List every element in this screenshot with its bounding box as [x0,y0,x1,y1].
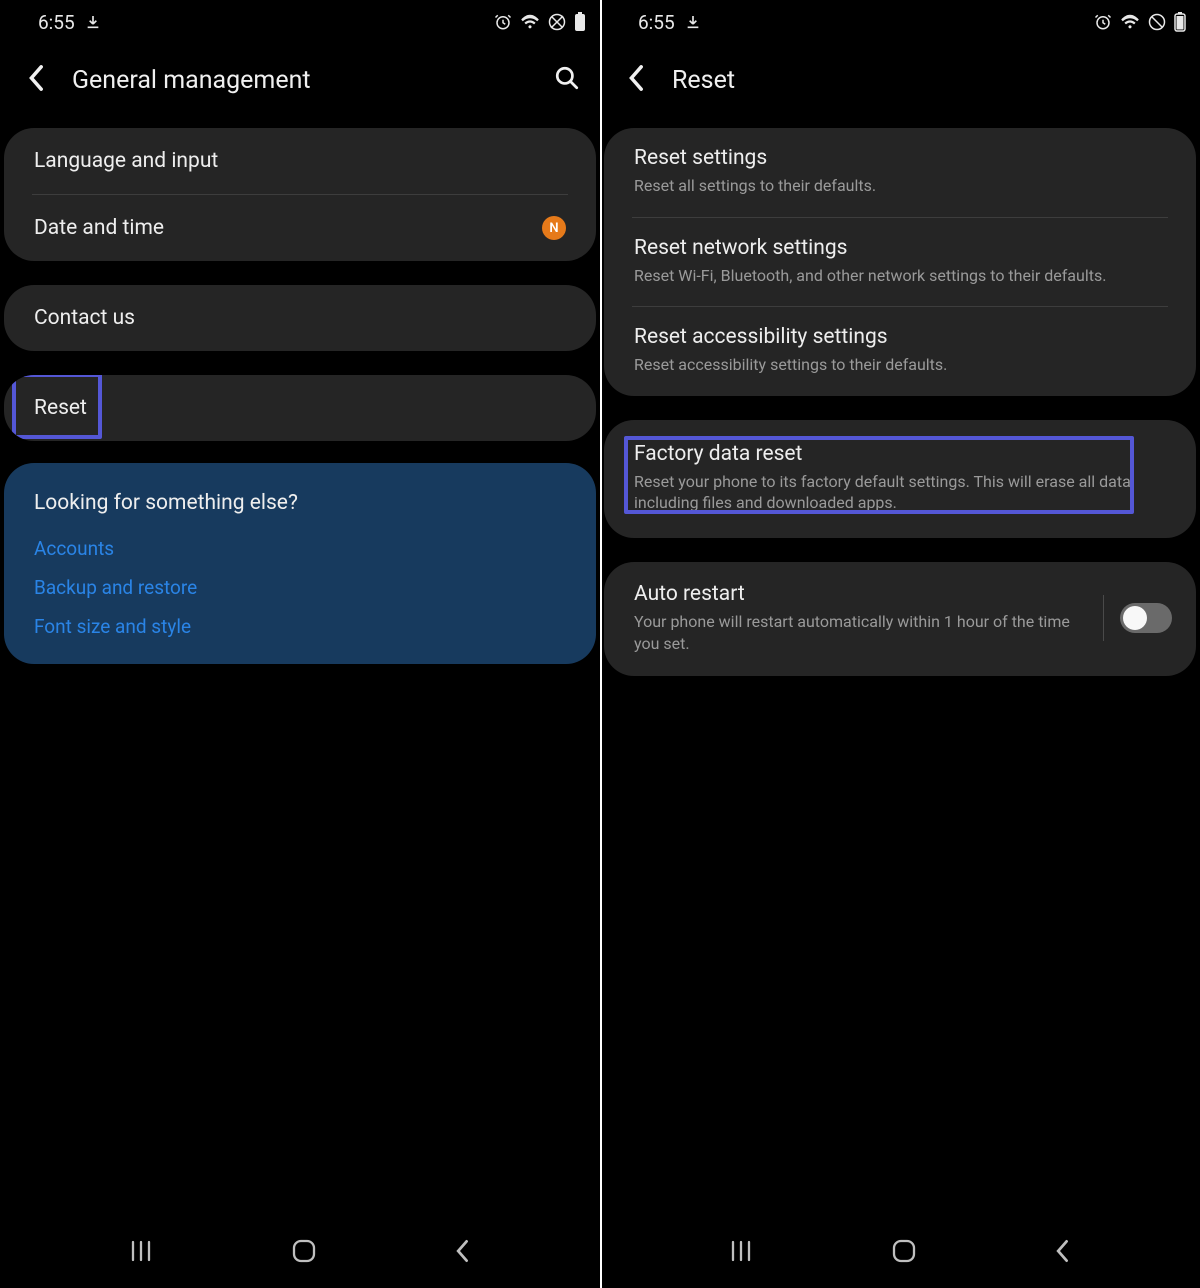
status-time: 6:55 [638,11,675,34]
link-backup-restore[interactable]: Backup and restore [34,576,566,599]
row-contact-us[interactable]: Contact us [4,285,596,351]
header: Reset [600,44,1200,116]
download-icon [685,14,701,30]
back-button[interactable] [28,64,46,96]
label: Date and time [34,216,164,240]
nav-bar [600,1224,1200,1288]
nav-recents[interactable] [729,1240,753,1262]
screenshot-divider [600,0,602,1288]
nav-bar [0,1224,600,1288]
page-title: Reset [672,66,1180,95]
title: Reset network settings [634,236,1166,260]
status-bar: 6:55 [600,0,1200,44]
subtitle: Reset Wi-Fi, Bluetooth, and other networ… [634,265,1166,287]
link-font-size[interactable]: Font size and style [34,615,566,638]
nav-back[interactable] [1055,1239,1071,1263]
card-group-2: Contact us [4,285,596,351]
row-reset[interactable]: Reset [4,375,596,441]
title: Auto restart [634,582,1087,606]
label: Language and input [34,149,218,173]
row-date-time[interactable]: Date and time N [4,195,596,261]
subtitle: Reset all settings to their defaults. [634,175,1166,197]
nav-home[interactable] [891,1238,917,1264]
phone-left: 6:55 General management Language and inp… [0,0,600,1288]
row-reset-settings[interactable]: Reset settings Reset all settings to the… [604,128,1196,217]
subtitle: Reset accessibility settings to their de… [634,354,1166,376]
row-auto-restart[interactable]: Auto restart Your phone will restart aut… [604,562,1196,676]
info-heading: Looking for something else? [34,491,566,515]
wifi-icon [1120,14,1140,30]
back-button[interactable] [628,64,646,96]
card-reset-group: Reset settings Reset all settings to the… [604,128,1196,396]
toggle-knob [1123,606,1147,630]
alarm-icon [1094,13,1112,31]
row-factory-reset[interactable]: Factory data reset Reset your phone to i… [604,420,1196,538]
subtitle: Reset your phone to its factory default … [634,471,1166,514]
label: Contact us [34,306,135,330]
label: Reset [34,396,87,420]
search-button[interactable] [554,65,580,95]
notification-badge: N [542,216,566,240]
nav-back[interactable] [455,1239,471,1263]
battery-icon [1174,12,1186,32]
status-bar: 6:55 [0,0,600,44]
wifi-icon [520,14,540,30]
page-title: General management [72,66,528,95]
link-accounts[interactable]: Accounts [34,537,566,560]
header: General management [0,44,600,116]
auto-restart-toggle[interactable] [1120,603,1172,633]
title: Reset accessibility settings [634,325,1166,349]
row-language-input[interactable]: Language and input [4,128,596,194]
status-time: 6:55 [38,11,75,34]
no-data-icon [548,13,566,31]
card-group-1: Language and input Date and time N [4,128,596,261]
nav-home[interactable] [291,1238,317,1264]
title: Reset settings [634,146,1166,170]
phone-right: 6:55 Reset Reset settings Reset all sett… [600,0,1200,1288]
info-card: Looking for something else? Accounts Bac… [4,463,596,664]
battery-icon [574,12,586,32]
toggle-separator [1103,595,1104,641]
download-icon [85,14,101,30]
row-reset-network[interactable]: Reset network settings Reset Wi-Fi, Blue… [604,218,1196,307]
subtitle: Your phone will restart automatically wi… [634,611,1087,654]
row-reset-accessibility[interactable]: Reset accessibility settings Reset acces… [604,307,1196,396]
card-group-3: Reset [4,375,596,441]
nav-recents[interactable] [129,1240,153,1262]
no-data-icon [1148,13,1166,31]
card-factory-reset: Factory data reset Reset your phone to i… [604,420,1196,538]
title: Factory data reset [634,442,1166,466]
card-auto-restart: Auto restart Your phone will restart aut… [604,562,1196,676]
alarm-icon [494,13,512,31]
